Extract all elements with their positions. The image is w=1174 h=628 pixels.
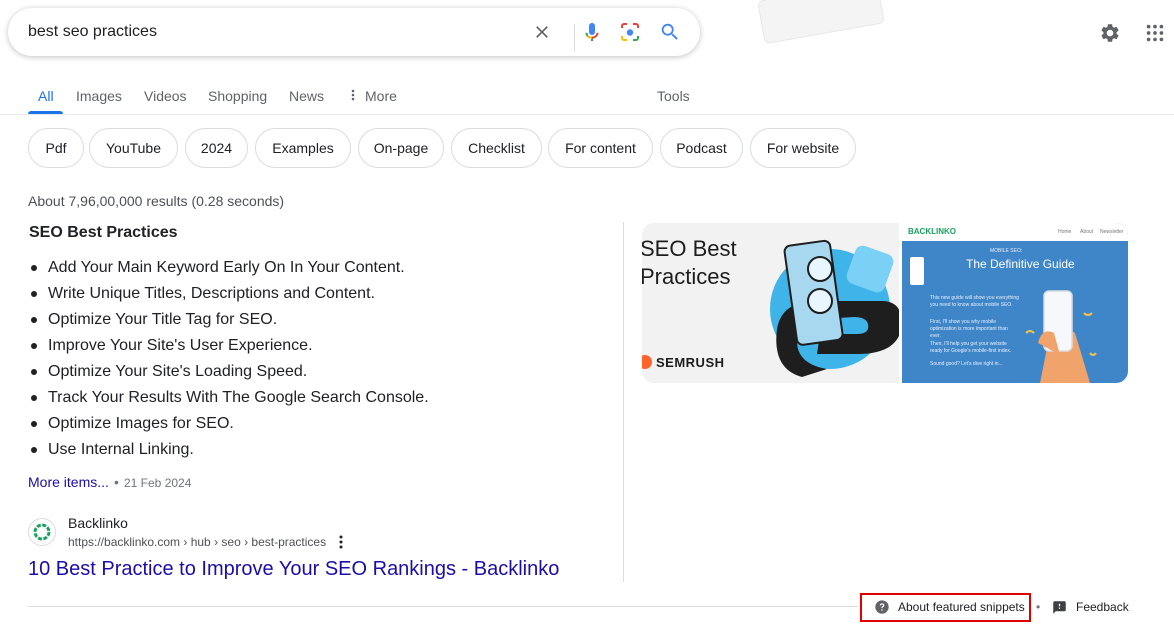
- tab-images[interactable]: Images: [76, 88, 122, 104]
- about-featured-snippets-label: About featured snippets: [898, 600, 1025, 614]
- camera-lens-icon[interactable]: [618, 20, 642, 44]
- list-item: Use Internal Linking.: [31, 440, 429, 466]
- chip-examples[interactable]: Examples: [255, 128, 351, 168]
- feedback-icon: [1052, 600, 1067, 615]
- bottom-divider: [28, 606, 858, 607]
- snippet-list: Add Your Main Keyword Early On In Your C…: [31, 258, 429, 466]
- doodle-image[interactable]: [757, 0, 885, 45]
- tab-videos[interactable]: Videos: [144, 88, 187, 104]
- chip-for-content[interactable]: For content: [548, 128, 653, 168]
- image-nav-item: Newsletter: [1100, 229, 1124, 235]
- image-title: SEO Best Practices: [642, 236, 737, 289]
- result-stats: About 7,96,00,000 results (0.28 seconds): [28, 193, 285, 209]
- phone-hand-illustration: [1025, 290, 1097, 383]
- tab-all[interactable]: All: [38, 88, 54, 104]
- search-input[interactable]: [28, 8, 508, 56]
- feedback-label: Feedback: [1076, 600, 1129, 614]
- grid-apps-icon[interactable]: [1143, 21, 1167, 45]
- backlinko-favicon[interactable]: [28, 518, 56, 546]
- image-logo: BACKLINKO: [908, 227, 956, 236]
- image-kicker: MOBILE SEO:: [990, 248, 1023, 254]
- list-item: Optimize Images for SEO.: [31, 414, 429, 440]
- tab-news[interactable]: News: [289, 88, 324, 104]
- chip-for-website[interactable]: For website: [750, 128, 856, 168]
- about-featured-snippets-link[interactable]: About featured snippets: [874, 598, 1025, 616]
- date-separator: •: [114, 474, 119, 490]
- image-nav-item: Home: [1058, 229, 1072, 235]
- chip-checklist[interactable]: Checklist: [451, 128, 542, 168]
- snippet-divider: [623, 222, 624, 582]
- source-url[interactable]: https://backlinko.com › hub › seo › best…: [68, 535, 326, 549]
- list-item: Optimize Your Site's Loading Speed.: [31, 362, 429, 388]
- semrush-logo-icon: [642, 355, 652, 369]
- image-body-text: First, I'll show you why mobile optimiza…: [930, 319, 1008, 339]
- tab-shopping[interactable]: Shopping: [208, 88, 267, 104]
- tab-more-label: More: [365, 88, 397, 104]
- tabs-divider: [0, 114, 1174, 115]
- more-vertical-icon: [351, 88, 359, 104]
- search-bar: [8, 8, 700, 56]
- list-item: Track Your Results With The Google Searc…: [31, 388, 429, 414]
- snippet-heading: SEO Best Practices: [29, 224, 178, 241]
- help-circle-icon: [874, 599, 890, 615]
- close-icon[interactable]: [530, 20, 554, 44]
- chip-pdf[interactable]: Pdf: [28, 128, 84, 168]
- list-item: Add Your Main Keyword Early On In Your C…: [31, 258, 429, 284]
- more-items-link[interactable]: More items...: [28, 474, 109, 490]
- chip-2024[interactable]: 2024: [185, 128, 248, 168]
- chip-youtube[interactable]: YouTube: [89, 128, 178, 168]
- footer-separator: •: [1036, 600, 1041, 614]
- image-title: The Definitive Guide: [966, 257, 1075, 271]
- list-item: Write Unique Titles, Descriptions and Co…: [31, 284, 429, 310]
- snippet-date: 21 Feb 2024: [124, 476, 192, 490]
- image-nav-item: About: [1080, 229, 1094, 235]
- list-item: Improve Your Site's User Experience.: [31, 336, 429, 362]
- result-title-link[interactable]: 10 Best Practice to Improve Your SEO Ran…: [28, 558, 559, 581]
- microphone-icon[interactable]: [580, 20, 604, 44]
- seo-illustration: [770, 239, 899, 377]
- image-body-text: This new guide will show you everything …: [930, 295, 1019, 308]
- image-body-text: Sound good? Let's dive right in...: [930, 361, 1003, 367]
- image-body-text: Then, I'll help you get your website rea…: [930, 341, 1012, 354]
- image-brand: SEMRUSH: [656, 355, 725, 370]
- search-divider: [574, 24, 575, 52]
- feedback-link[interactable]: Feedback: [1052, 598, 1129, 616]
- image-social-bar: [910, 257, 924, 285]
- source-name[interactable]: Backlinko: [68, 515, 128, 531]
- chip-on-page[interactable]: On-page: [358, 128, 444, 168]
- more-options-icon[interactable]: [334, 533, 348, 551]
- gear-icon[interactable]: [1098, 21, 1122, 45]
- tab-more[interactable]: More: [351, 88, 397, 104]
- chip-podcast[interactable]: Podcast: [660, 128, 743, 168]
- list-item: Optimize Your Title Tag for SEO.: [31, 310, 429, 336]
- snippet-image-backlinko[interactable]: BACKLINKO Home About Newsletter MOBILE S…: [902, 223, 1128, 383]
- snippet-image-semrush[interactable]: SEO Best Practices SEMRUSH: [642, 223, 899, 383]
- search-icon[interactable]: [658, 20, 682, 44]
- tools-button[interactable]: Tools: [657, 88, 690, 104]
